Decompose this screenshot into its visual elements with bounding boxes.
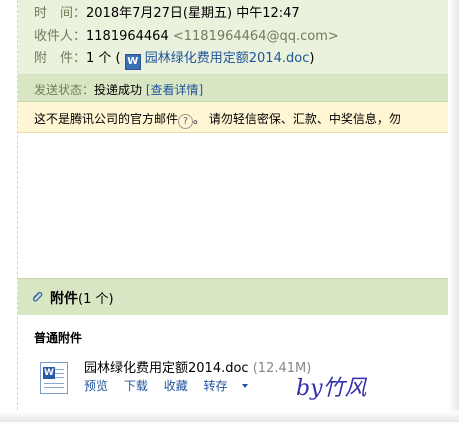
attachment-actions: 预览 下载 收藏 转存 xyxy=(84,377,272,394)
send-status-bar: 发送状态：投递成功 [查看详情] xyxy=(18,75,448,102)
status-label: 发送状态： xyxy=(34,83,95,97)
chevron-down-icon xyxy=(241,384,248,388)
attachment-file: 园林绿化费用定额2014.doc (12.41M) xyxy=(84,357,311,376)
warning-text-2: 。 请勿轻信密保、汇款、中奖信息，勿 xyxy=(193,112,401,126)
time-label: 时 间： xyxy=(34,6,87,21)
mail-body xyxy=(18,133,448,277)
mail-header: 时 间：2018年7月27日(星期五) 中午12:47 收件人：11819644… xyxy=(18,0,448,75)
mail-view: 时 间：2018年7月27日(星期五) 中午12:47 收件人：11819644… xyxy=(0,0,459,422)
to-row: 收件人：1181964464 <1181964464@qq.com> xyxy=(34,25,339,44)
attachment-file-name[interactable]: 园林绿化费用定额2014.doc xyxy=(84,361,249,376)
preview-link[interactable]: 预览 xyxy=(84,379,108,393)
download-link[interactable]: 下载 xyxy=(124,379,148,393)
frame-shadow-bottom xyxy=(0,411,459,422)
attachment-count: 1 个 ( xyxy=(86,51,121,66)
watermark-signature: by竹风 xyxy=(296,376,367,401)
warning-text: 这不是腾讯公司的官方邮件 xyxy=(34,112,179,126)
help-icon[interactable]: ? xyxy=(178,114,194,129)
attachments-header: 附件(1 个) xyxy=(18,278,448,315)
attachments-list: 普通附件 W 园林绿化费用定额2014.doc (12.41M) 预览 下载 收… xyxy=(18,315,448,410)
security-warning: 这不是腾讯公司的官方邮件?。 请勿轻信密保、汇款、中奖信息，勿 xyxy=(18,102,448,133)
favorite-link[interactable]: 收藏 xyxy=(164,379,188,393)
to-name[interactable]: 1181964464 xyxy=(86,29,169,44)
attachment-row: 附 件：1 个 ( W 园林绿化费用定额2014.doc) xyxy=(34,47,314,70)
word-doc-icon: W xyxy=(124,54,141,70)
forward-link: 转存 xyxy=(203,379,228,393)
attachment-close: ) xyxy=(309,51,315,66)
word-file-icon[interactable]: W xyxy=(40,362,68,394)
paperclip-icon xyxy=(32,291,43,302)
status-value: 投递成功 xyxy=(94,83,143,97)
attachment-link[interactable]: 园林绿化费用定额2014.doc xyxy=(145,51,310,66)
normal-attachments-heading: 普通附件 xyxy=(34,331,83,345)
time-row: 时 间：2018年7月27日(星期五) 中午12:47 xyxy=(34,2,300,21)
time-value: 2018年7月27日(星期五) 中午12:47 xyxy=(86,6,300,21)
forward-dropdown[interactable]: 转存 xyxy=(204,379,260,393)
view-details-link[interactable]: [查看详情] xyxy=(146,83,203,97)
to-email[interactable]: <1181964464@qq.com> xyxy=(173,29,339,44)
attachments-title: 附件 xyxy=(50,291,78,307)
attachment-label: 附 件： xyxy=(34,51,87,66)
to-label: 收件人： xyxy=(34,29,87,44)
attachments-count: (1 个) xyxy=(78,292,114,307)
mail-content: 时 间：2018年7月27日(星期五) 中午12:47 收件人：11819644… xyxy=(17,0,448,410)
frame-shadow-right xyxy=(448,0,459,422)
